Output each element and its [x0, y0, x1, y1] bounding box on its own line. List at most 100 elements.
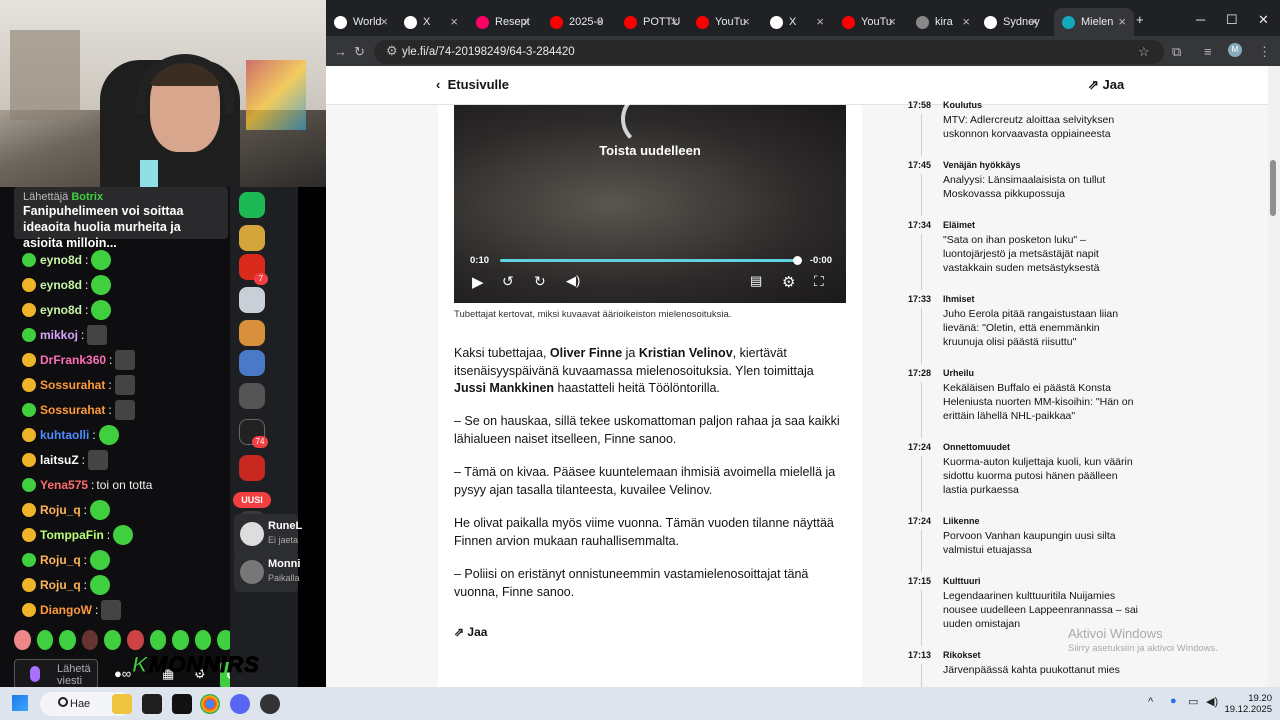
emote-icon[interactable] — [126, 630, 144, 650]
browser-tab[interactable]: POTTU × — [616, 8, 686, 36]
emote-icon[interactable] — [59, 630, 76, 650]
emote-icon[interactable] — [36, 630, 54, 650]
seek-bar[interactable] — [500, 259, 796, 262]
x-app-icon[interactable] — [172, 694, 192, 714]
browser-tab[interactable]: Sydney × — [976, 8, 1046, 36]
chrome-icon[interactable] — [200, 694, 220, 714]
server-icon[interactable] — [239, 320, 265, 346]
tab-close-icon[interactable]: × — [1118, 14, 1126, 29]
chat-username[interactable]: eyno8d — [40, 278, 82, 292]
replay-label[interactable]: Toista uudelleen — [454, 143, 846, 158]
replay-icon[interactable] — [621, 91, 677, 147]
browser-tab[interactable]: YouTu × — [834, 8, 904, 36]
emote-icon[interactable] — [149, 630, 167, 650]
maximize-icon[interactable]: ☐ — [1226, 12, 1238, 28]
chat-username[interactable]: Sossurahat — [40, 403, 105, 417]
server-icon[interactable] — [239, 455, 265, 481]
obs-icon[interactable] — [260, 694, 280, 714]
site-info-icon[interactable]: ⚙ — [386, 43, 398, 59]
server-icon[interactable] — [239, 350, 265, 376]
emote-icon[interactable] — [172, 630, 189, 650]
profile-avatar[interactable]: M — [1228, 43, 1242, 57]
play-icon[interactable]: ▶ — [472, 273, 484, 291]
subtitles-icon[interactable]: ▤ — [750, 273, 762, 289]
network-icon[interactable]: ▭ — [1188, 695, 1198, 708]
emote-icon[interactable] — [104, 630, 121, 650]
rewind-10-icon[interactable]: ↺ — [502, 273, 514, 290]
browser-tab[interactable]: X × — [396, 8, 466, 36]
dm-item[interactable]: RuneL Ei jaeta — [234, 514, 302, 554]
file-explorer-icon[interactable] — [112, 694, 132, 714]
taskbar-clock[interactable]: 19.20 19.12.2025 — [1222, 693, 1272, 715]
browser-tab[interactable]: YouTu × — [688, 8, 758, 36]
media-icon[interactable]: ≡ — [1204, 44, 1212, 59]
browser-tab[interactable]: Mielen × — [1054, 8, 1134, 36]
tab-close-icon[interactable]: × — [670, 14, 678, 29]
back-button[interactable]: ‹ Etusivulle — [436, 77, 509, 92]
chat-username[interactable]: eyno8d — [40, 253, 82, 267]
menu-icon[interactable]: ⋮ — [1258, 44, 1271, 60]
bookmark-icon[interactable]: ☆ — [1138, 44, 1150, 60]
tab-close-icon[interactable]: × — [1030, 14, 1038, 29]
address-bar[interactable]: yle.fi/a/74-20198249/64-3-284420 — [374, 40, 1164, 64]
chat-username[interactable]: kuhtaolli — [40, 428, 89, 442]
share-button-bottom[interactable]: ⇗ Jaa — [454, 625, 487, 639]
video-player[interactable]: Toista uudelleen 0:10 -0:00 ▶ ↺ ↻ ◀) ▤ ⚙… — [454, 91, 846, 303]
browser-tab[interactable]: kira × — [908, 8, 978, 36]
app-icon[interactable] — [142, 694, 162, 714]
chat-username[interactable]: Sossurahat — [40, 378, 105, 392]
emote-icon[interactable] — [81, 630, 99, 650]
tab-close-icon[interactable]: × — [962, 14, 970, 29]
tab-close-icon[interactable]: × — [380, 14, 388, 29]
browser-tab[interactable]: 2025-0 × — [542, 8, 612, 36]
share-button[interactable]: ⇗ Jaa — [1088, 77, 1124, 93]
tab-close-icon[interactable]: × — [742, 14, 750, 29]
browser-tab[interactable]: X × — [762, 8, 832, 36]
reload-icon[interactable]: ↻ — [354, 44, 365, 60]
tab-close-icon[interactable]: × — [596, 14, 604, 29]
new-tab-icon[interactable]: + — [1136, 12, 1144, 27]
chat-input[interactable]: Lähetä viesti — [14, 659, 98, 689]
browser-tab[interactable]: World × — [326, 8, 396, 36]
chat-username[interactable]: Roju_q — [40, 578, 81, 592]
chat-username[interactable]: DiangoW — [40, 603, 92, 617]
chat-username[interactable]: TomppaFin — [40, 528, 104, 542]
minimize-icon[interactable]: ─ — [1196, 12, 1205, 27]
volume-tray-icon[interactable]: ◀) — [1206, 695, 1218, 708]
tab-close-icon[interactable]: × — [450, 14, 458, 29]
extensions-icon[interactable]: ⧉ — [1172, 44, 1181, 60]
mic-tray-icon[interactable]: ● — [1170, 695, 1177, 707]
chat-username[interactable]: laitsuZ — [40, 453, 79, 467]
chat-username[interactable]: Roju_q — [40, 503, 81, 517]
settings-icon[interactable]: ⚙ — [782, 273, 795, 291]
emote-icon[interactable] — [194, 630, 212, 650]
close-icon[interactable]: ✕ — [1258, 12, 1269, 28]
server-icon[interactable] — [239, 192, 265, 218]
emote-icon[interactable] — [14, 630, 31, 650]
bits-icon[interactable]: ●∞ — [114, 666, 131, 681]
dm-item[interactable]: Monni Paikalla — [234, 552, 300, 592]
server-icon[interactable] — [239, 383, 265, 409]
back-icon[interactable]: → — [334, 44, 347, 59]
windows-start-icon[interactable] — [12, 695, 28, 711]
chat-username[interactable]: Yena575 — [40, 478, 88, 492]
scrollbar[interactable] — [1268, 66, 1280, 687]
chat-username[interactable]: mikkoj — [40, 328, 78, 342]
tab-close-icon[interactable]: × — [522, 14, 530, 29]
fullscreen-icon[interactable]: ⛶ — [814, 273, 824, 290]
mic-icon[interactable] — [30, 666, 40, 682]
server-icon[interactable] — [239, 287, 265, 313]
seek-handle[interactable] — [793, 256, 802, 265]
emote-bar[interactable] — [14, 630, 234, 650]
tab-close-icon[interactable]: × — [816, 14, 824, 29]
chat-username[interactable]: DrFrank360 — [40, 353, 106, 367]
discord-icon[interactable] — [230, 694, 250, 714]
forward-10-icon[interactable]: ↻ — [534, 273, 546, 290]
chat-username[interactable]: Roju_q — [40, 553, 81, 567]
scrollbar-thumb[interactable] — [1270, 160, 1276, 216]
tray-chevron-icon[interactable]: ^ — [1148, 696, 1153, 708]
browser-tab[interactable]: Resept × — [468, 8, 538, 36]
server-icon[interactable] — [239, 225, 265, 251]
volume-icon[interactable]: ◀) — [566, 273, 580, 289]
tab-close-icon[interactable]: × — [888, 14, 896, 29]
